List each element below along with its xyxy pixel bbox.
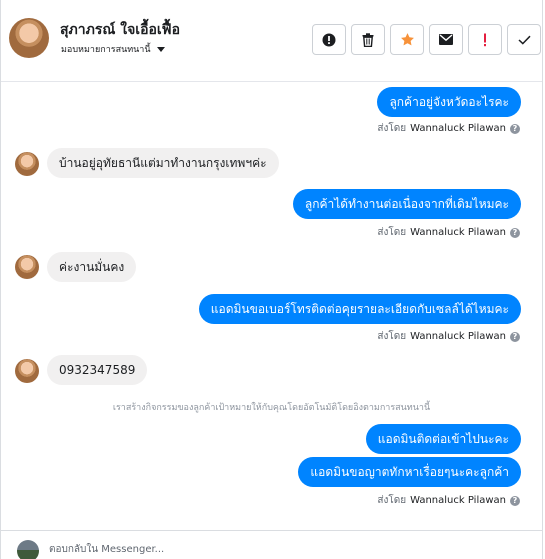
message-thread[interactable]: ลูกค้าอยู่จังหวัดอะไรคะ ส่งโดย Wannaluck… xyxy=(1,83,542,529)
sent-by-agent: Wannaluck Pilawan xyxy=(410,331,506,342)
contact-avatar[interactable] xyxy=(9,18,49,58)
outgoing-message[interactable]: แอดมินขอญาตทักหาเรื่อยๆนะคะลูกค้า xyxy=(298,457,521,487)
system-notice: เราสร้างกิจกรรมของลูกค้าเป้าหมายให้กับคุ… xyxy=(112,403,431,413)
contact-avatar-small xyxy=(15,359,39,383)
star-icon xyxy=(400,33,414,46)
mark-unread-button[interactable] xyxy=(429,24,463,55)
sent-by-prefix: ส่งโดย xyxy=(377,123,407,134)
frame-border-right xyxy=(542,0,543,559)
exclamation-icon xyxy=(484,33,486,46)
sent-by-prefix: ส่งโดย xyxy=(377,495,407,506)
sent-by-agent: Wannaluck Pilawan xyxy=(410,495,506,506)
outgoing-message[interactable]: ลูกค้าได้ทำงานต่อเนื่องจากที่เดิมไหมคะ xyxy=(292,189,521,219)
question-mark-icon[interactable]: ? xyxy=(510,123,520,134)
reply-composer xyxy=(1,530,542,559)
question-mark-icon[interactable]: ? xyxy=(510,227,520,238)
conversation-toolbar xyxy=(312,24,541,55)
page-avatar xyxy=(17,540,39,559)
caret-down-icon xyxy=(156,46,165,52)
mark-spam-button[interactable] xyxy=(312,24,346,55)
star-button[interactable] xyxy=(390,24,424,55)
question-mark-icon[interactable]: ? xyxy=(510,331,520,342)
sent-by-agent: Wannaluck Pilawan xyxy=(410,227,506,238)
flag-important-button[interactable] xyxy=(468,24,502,55)
incoming-message[interactable]: ค่ะงานมั่นคง xyxy=(47,252,137,282)
assign-conversation-dropdown[interactable]: มอบหมายการสนทนานี้ xyxy=(61,42,165,56)
outgoing-message[interactable]: แอดมินขอเบอร์โทรติดต่อคุยรายละเอียดกับเซ… xyxy=(198,294,521,324)
contact-avatar-small xyxy=(15,152,39,176)
contact-name[interactable]: สุภาภรณ์ ใจเอื้อเฟื้อ xyxy=(60,19,180,41)
outgoing-message[interactable]: ลูกค้าอยู่จังหวัดอะไรคะ xyxy=(377,87,521,117)
incoming-message[interactable]: 0932347589 xyxy=(47,355,148,385)
sent-by-line: ส่งโดย Wannaluck Pilawan ? xyxy=(377,225,520,240)
contact-avatar-small xyxy=(15,255,39,279)
sent-by-line: ส่งโดย Wannaluck Pilawan ? xyxy=(377,121,520,136)
outgoing-message[interactable]: แอดมินติดต่อเข้าไปนะคะ xyxy=(365,424,521,454)
reply-input[interactable] xyxy=(49,540,519,558)
sent-by-prefix: ส่งโดย xyxy=(377,331,407,342)
incoming-message[interactable]: บ้านอยู่อุทัยธานีแต่มาทำงานกรุงเทพฯค่ะ xyxy=(47,148,279,178)
sent-by-prefix: ส่งโดย xyxy=(377,227,407,238)
question-mark-icon[interactable]: ? xyxy=(510,495,520,506)
envelope-icon xyxy=(439,34,453,45)
conversation-header: สุภาภรณ์ ใจเอื้อเฟื้อ มอบหมายการสนทนานี้ xyxy=(1,0,542,82)
sent-by-line: ส่งโดย Wannaluck Pilawan ? xyxy=(377,329,520,344)
alert-circle-icon xyxy=(322,33,336,46)
checkmark-icon xyxy=(517,35,531,45)
assign-label: มอบหมายการสนทนานี้ xyxy=(61,45,151,55)
trash-icon xyxy=(362,32,374,47)
delete-button[interactable] xyxy=(351,24,385,55)
sent-by-agent: Wannaluck Pilawan xyxy=(410,123,506,134)
sent-by-line: ส่งโดย Wannaluck Pilawan ? xyxy=(377,493,520,508)
mark-done-button[interactable] xyxy=(507,24,541,55)
